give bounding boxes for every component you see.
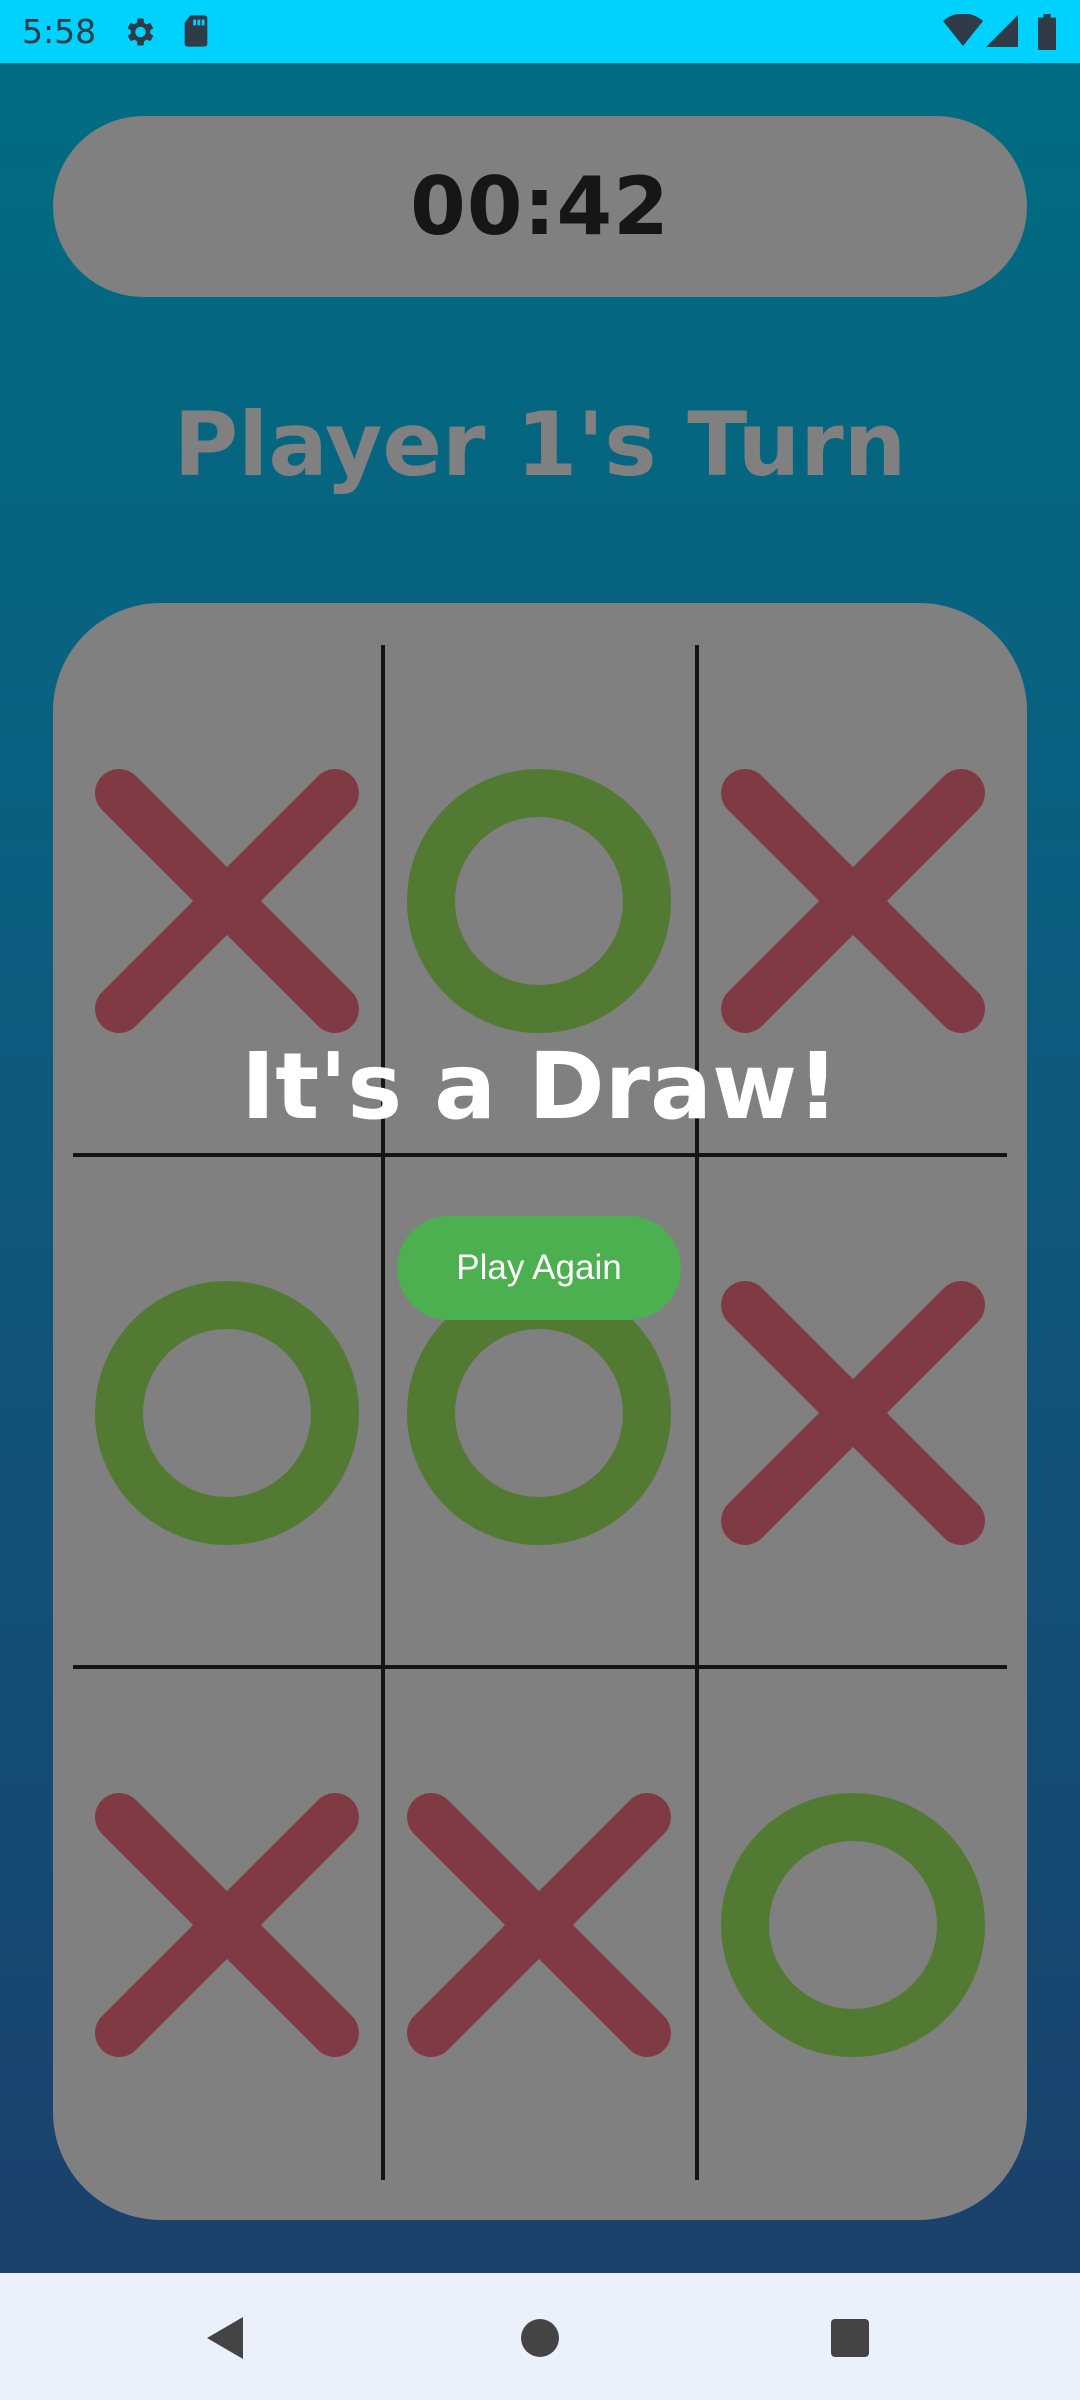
- recents-icon: [831, 2319, 869, 2357]
- recents-button[interactable]: [815, 2303, 885, 2373]
- board-cell-r3-c1[interactable]: [72, 1669, 382, 2180]
- result-title: It's a Draw!: [240, 1033, 840, 1140]
- sd-card-icon: [180, 14, 212, 53]
- board-cell-r2-c1[interactable]: [72, 1157, 382, 1668]
- x-mark-icon: [95, 1793, 359, 2057]
- play-again-button[interactable]: Play Again: [397, 1216, 681, 1320]
- home-icon: [521, 2319, 559, 2357]
- status-time: 5:58: [22, 12, 97, 51]
- o-mark-icon: [95, 1281, 359, 1545]
- back-button[interactable]: [190, 2303, 260, 2373]
- board-cell-r2-c3[interactable]: [698, 1157, 1008, 1668]
- settings-icon: [121, 14, 157, 55]
- timer-panel: 00:42: [53, 116, 1027, 297]
- wifi-icon: [943, 13, 983, 53]
- battery-icon: [1036, 14, 1058, 55]
- status-bar: 5:58: [0, 0, 1080, 63]
- turn-label: Player 1's Turn: [173, 393, 907, 496]
- o-mark-icon: [721, 1793, 985, 2057]
- signal-icon: [986, 14, 1018, 53]
- timer-display: 00:42: [410, 160, 670, 253]
- x-mark-icon: [407, 1793, 671, 2057]
- navigation-bar: [0, 2273, 1080, 2400]
- game-board: [53, 603, 1027, 2220]
- back-icon: [207, 2317, 243, 2359]
- game-screen: 00:42 Player 1's Turn It's a Draw! Play …: [0, 63, 1080, 2273]
- board-cell-r3-c3[interactable]: [698, 1669, 1008, 2180]
- home-button[interactable]: [505, 2303, 575, 2373]
- board-cell-r3-c2[interactable]: [384, 1669, 694, 2180]
- x-mark-icon: [721, 1281, 985, 1545]
